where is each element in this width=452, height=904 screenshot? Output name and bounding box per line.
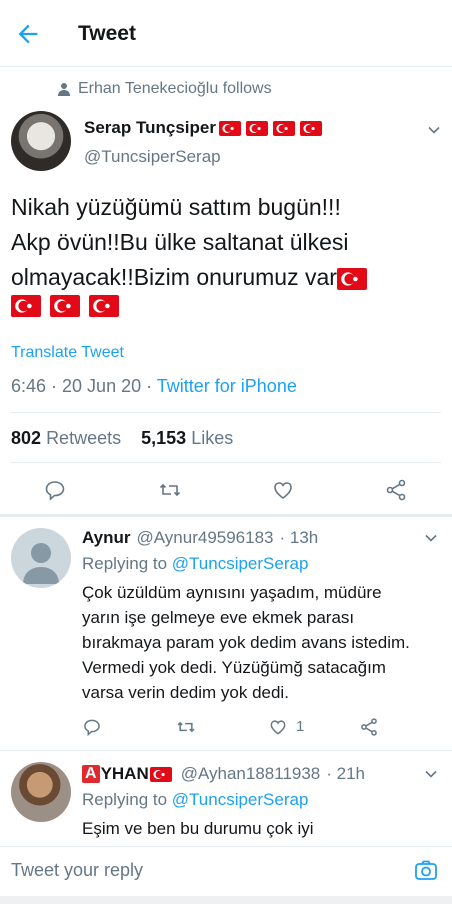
avatar[interactable] <box>11 111 71 171</box>
person-icon <box>58 83 70 96</box>
reply-author-name: A YHAN <box>82 764 175 784</box>
flag-emoji <box>50 295 80 317</box>
system-bar <box>0 896 452 904</box>
flag-emoji <box>245 120 268 136</box>
tweet-text-line: Akp övün!!Bu ülke saltanat ülkesi <box>11 229 349 255</box>
retweets-count[interactable]: 802 <box>11 428 41 448</box>
default-avatar-icon <box>23 543 59 584</box>
author-name-row[interactable]: Serap Tunçsiper <box>84 118 325 138</box>
camera-icon[interactable] <box>414 858 438 882</box>
tweet-meta: 6:46 · 20 Jun 20 · Twitter for iPhone <box>11 376 297 397</box>
reply-author-name: Aynur <box>82 528 131 547</box>
likes-count[interactable]: 5,153 <box>141 428 186 448</box>
retweet-icon[interactable] <box>158 478 182 502</box>
heart-icon[interactable] <box>271 478 295 502</box>
replying-prefix: Replying to <box>82 554 172 573</box>
reply-author-handle: @Ayhan18811938 <box>180 764 321 783</box>
chevron-down-icon[interactable] <box>424 767 438 781</box>
social-context[interactable]: Erhan Tenekecioğlu follows <box>58 80 272 98</box>
flag-emojis <box>11 295 443 317</box>
reply-text: Çok üzüldüm aynısını yaşadım, müdüre yar… <box>82 583 410 702</box>
top-bar <box>0 0 452 67</box>
tweet-text-line: olmayacak!!Bizim onurumuz var <box>11 264 337 290</box>
translate-tweet-link[interactable]: Translate Tweet <box>11 344 124 362</box>
flag-emojis <box>218 120 325 136</box>
flag-emoji <box>149 766 172 782</box>
reply-author-row[interactable]: A YHAN @Ayhan18811938 · 21h <box>82 764 365 784</box>
avatar[interactable] <box>11 528 71 588</box>
reply-text: Eşim ve ben bu durumu çok iyi <box>82 819 314 838</box>
tweet-text: Nikah yüzüğümü sattım bugün!!! Akp övün!… <box>11 190 443 317</box>
divider <box>0 750 452 751</box>
chevron-down-icon[interactable] <box>424 531 438 545</box>
flag-emoji <box>89 295 119 317</box>
arrow-left-icon[interactable] <box>14 20 42 48</box>
page-title: Tweet <box>78 22 136 45</box>
replying-to-link[interactable]: @TuncsiperSerap <box>172 554 309 573</box>
reply-input[interactable]: Tweet your reply <box>11 860 143 881</box>
flag-emoji <box>299 120 322 136</box>
reply-time: · 13h <box>279 528 319 547</box>
avatar[interactable] <box>11 762 71 822</box>
retweet-icon[interactable] <box>176 717 196 737</box>
tweet-actions <box>0 470 452 510</box>
social-context-text: Erhan Tenekecioğlu follows <box>78 80 272 97</box>
replying-to: Replying to @TuncsiperSerap <box>82 554 308 574</box>
flag-emoji <box>272 120 295 136</box>
tweet-text-line-3: olmayacak!!Bizim onurumuz var <box>11 260 443 295</box>
author-handle[interactable]: @TuncsiperSerap <box>84 147 221 167</box>
retweets-label[interactable]: Retweets <box>46 428 121 448</box>
tweet-client-link[interactable]: Twitter for iPhone <box>157 376 297 396</box>
divider <box>0 514 452 517</box>
divider <box>11 462 441 463</box>
tweet-time: 6:46 · 20 Jun 20 · <box>11 376 157 396</box>
reply-actions: 1 <box>82 717 442 743</box>
reply-author-handle: @Aynur49596183 <box>136 528 274 547</box>
flag-emoji <box>336 267 367 290</box>
reply-icon[interactable] <box>82 717 102 737</box>
replying-to-link[interactable]: @TuncsiperSerap <box>172 790 309 809</box>
heart-icon[interactable] <box>268 717 288 737</box>
replying-to: Replying to @TuncsiperSerap <box>82 790 308 810</box>
flag-emoji <box>11 295 41 317</box>
likes-label[interactable]: Likes <box>191 428 233 448</box>
chevron-down-icon[interactable] <box>427 123 441 137</box>
reply-time: · 21h <box>326 764 366 783</box>
reply-author-row[interactable]: Aynur @Aynur49596183 · 13h <box>82 528 318 548</box>
author-name: Serap Tunçsiper <box>84 118 216 137</box>
share-icon[interactable] <box>359 717 379 737</box>
share-icon[interactable] <box>384 478 408 502</box>
letter-badge: A <box>82 765 100 783</box>
reply-like-count: 1 <box>296 718 305 735</box>
divider <box>11 412 441 413</box>
reply-author-name-text: YHAN <box>100 764 149 783</box>
tweet-text-line: Nikah yüzüğümü sattım bugün!!! <box>11 194 341 220</box>
tweet-stats: 802 Retweets 5,153 Likes <box>11 428 233 449</box>
reply-icon[interactable] <box>43 478 67 502</box>
flag-emoji <box>218 120 241 136</box>
replying-prefix: Replying to <box>82 790 172 809</box>
